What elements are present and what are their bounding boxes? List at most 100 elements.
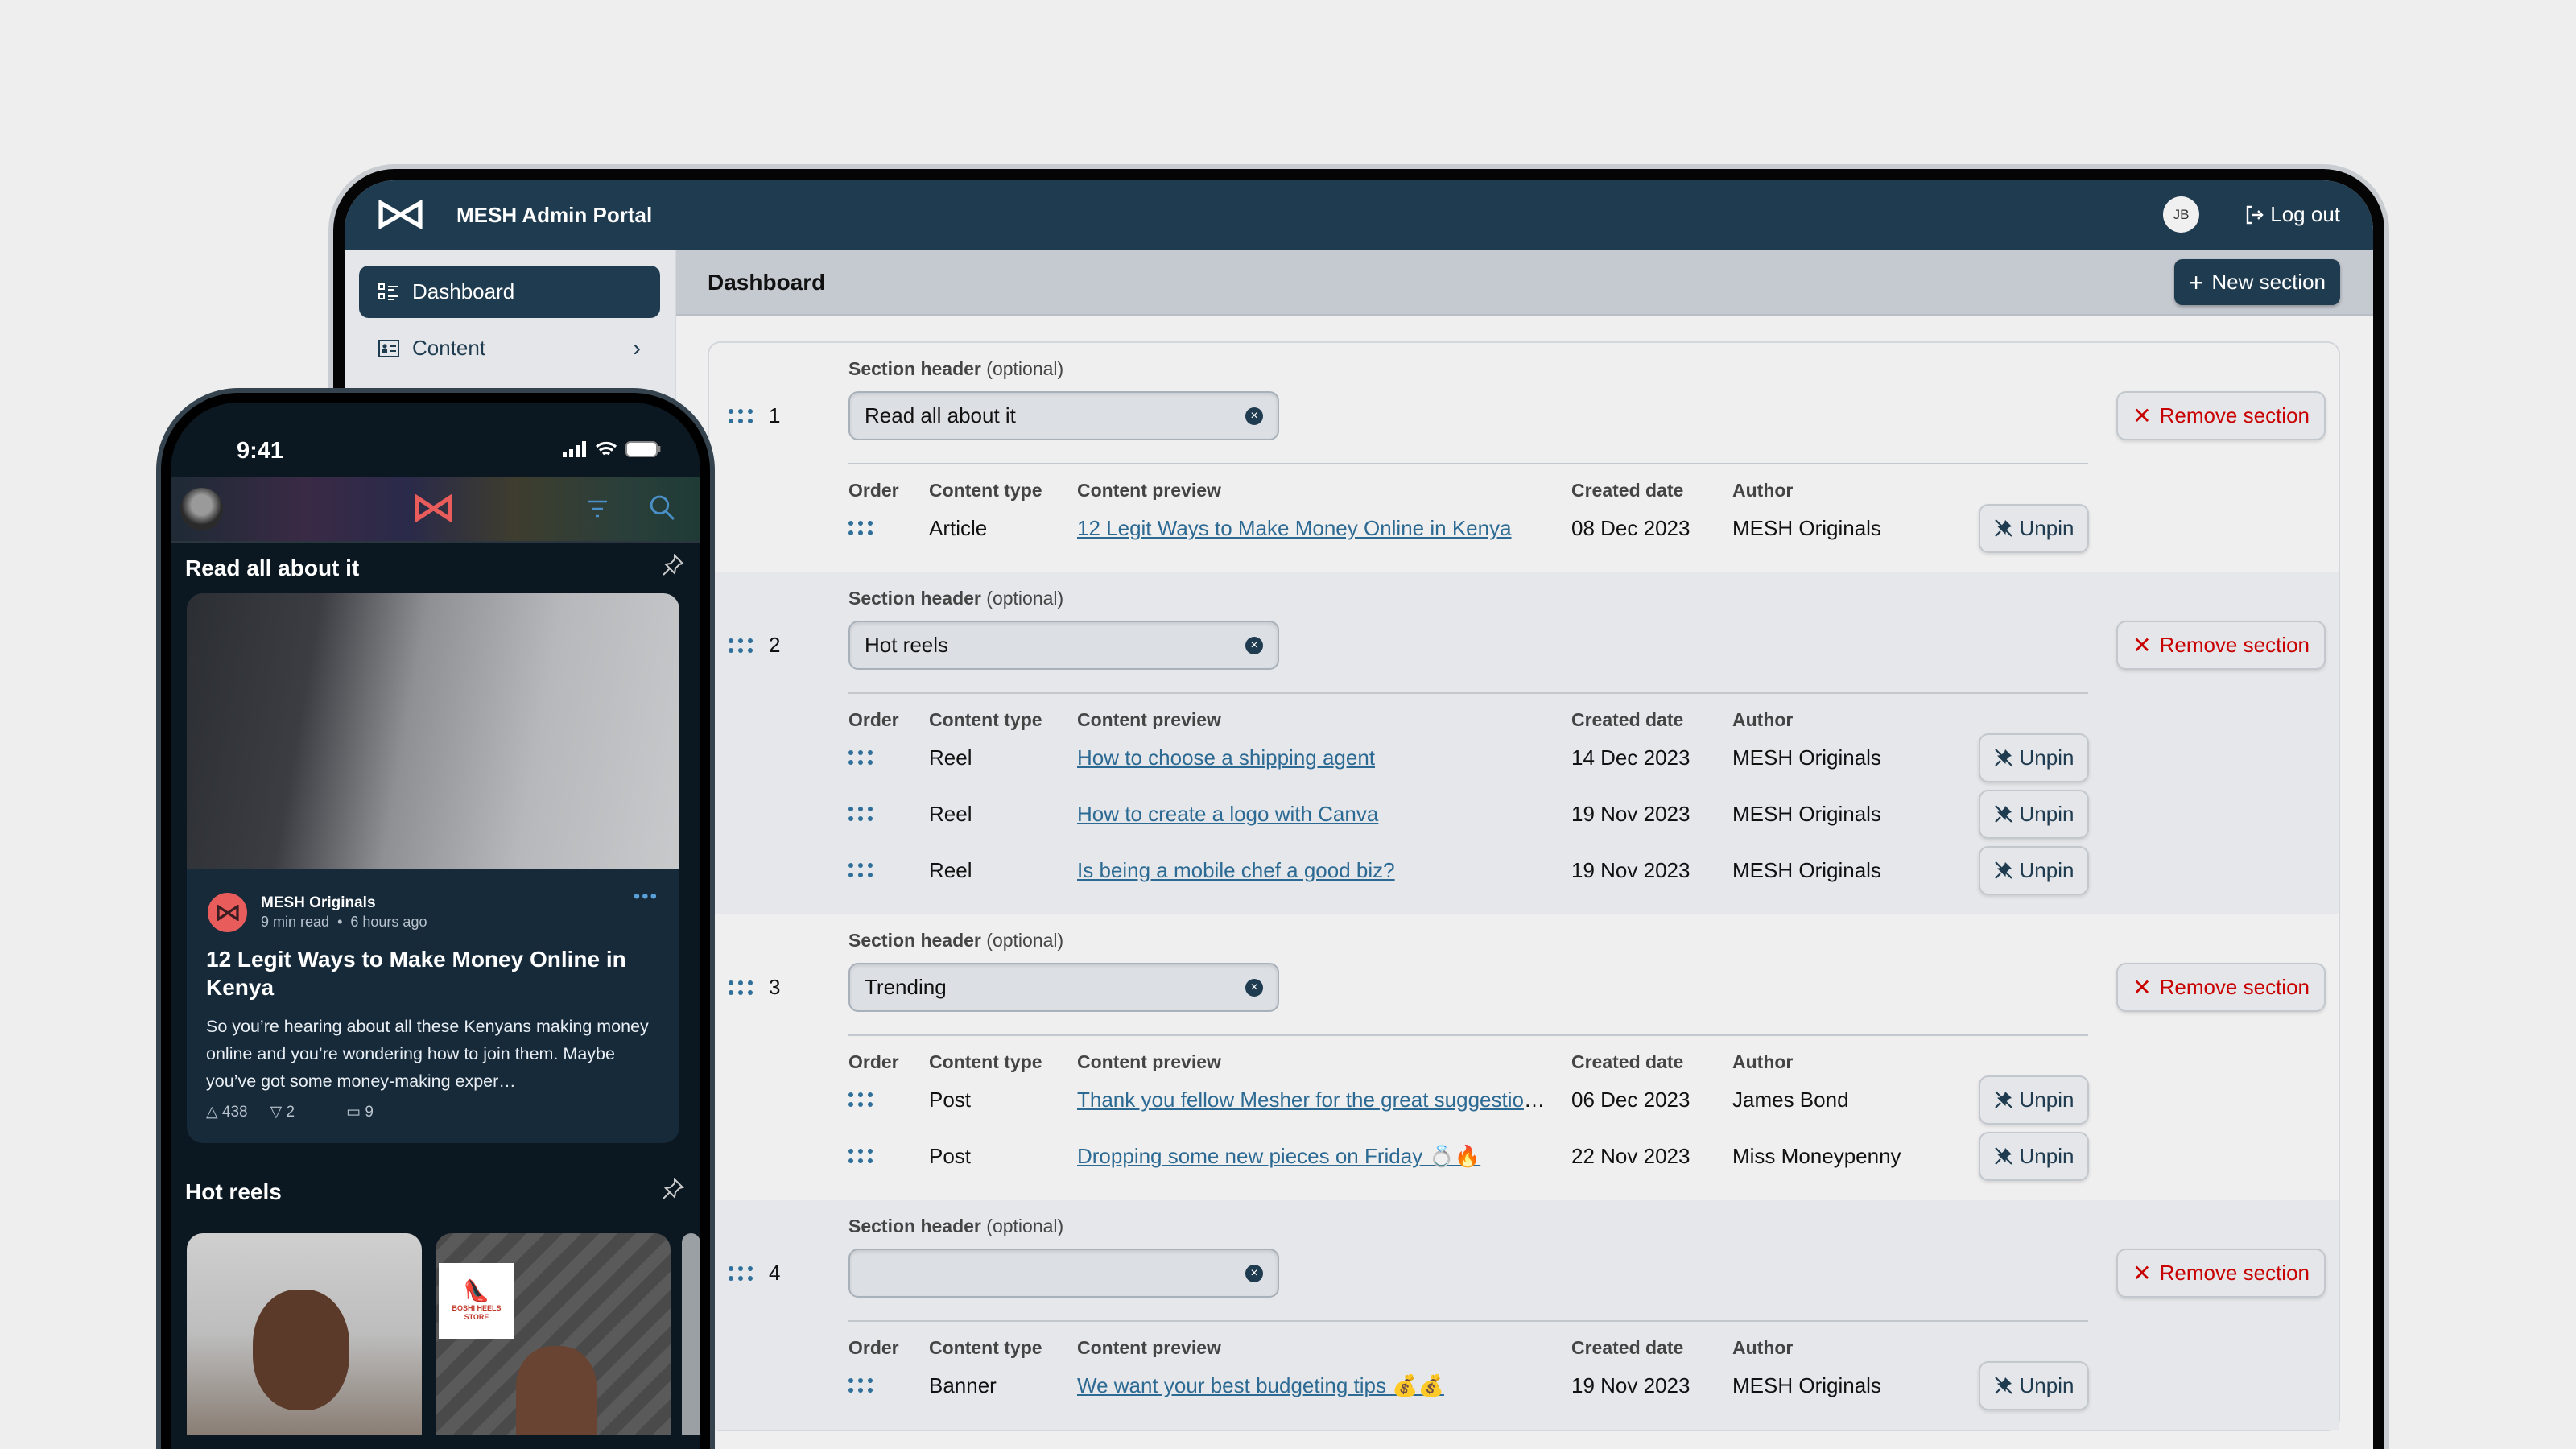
unpin-icon	[1994, 1091, 2013, 1108]
column-header: Author	[1732, 1051, 1794, 1072]
new-section-button[interactable]: + New section	[2174, 259, 2340, 305]
content-card-icon	[378, 339, 399, 357]
drag-handle-icon[interactable]	[729, 1265, 753, 1281]
section-header-input[interactable]: Read all about it ×	[848, 391, 1279, 440]
unpin-button[interactable]: Unpin	[1979, 1131, 2089, 1181]
card-excerpt: So you’re hearing about all these Kenyan…	[206, 1017, 649, 1091]
profile-avatar[interactable]	[180, 488, 223, 530]
unpin-button[interactable]: Unpin	[1979, 789, 2089, 839]
column-header: Content preview	[1077, 710, 1221, 729]
status-icons	[563, 441, 661, 457]
column-header: Created date	[1571, 709, 1684, 730]
upvote-count: 438	[221, 1104, 248, 1121]
remove-label: Remove section	[2159, 975, 2310, 999]
drag-handle-icon[interactable]	[848, 1092, 873, 1107]
unpin-button[interactable]: Unpin	[1979, 1360, 2089, 1410]
sidebar-item-dashboard[interactable]: Dashboard	[359, 266, 660, 318]
section-header-input[interactable]: Trending ×	[848, 963, 1279, 1012]
author: MESH Originals	[1732, 857, 1881, 882]
drag-handle-icon[interactable]	[848, 1378, 873, 1393]
unpin-button[interactable]: Unpin	[1979, 503, 2089, 553]
content-preview-link[interactable]: Dropping some new pieces on Friday 💍🔥	[1077, 1144, 1480, 1168]
section-header-input[interactable]: Hot reels ×	[848, 621, 1279, 670]
reel-thumbnail[interactable]: 👠 BOSHI HEELS STORE	[436, 1233, 671, 1435]
section-drag-handle[interactable]: 2	[729, 621, 780, 670]
label-optional: (optional)	[986, 358, 1064, 379]
clear-input-icon[interactable]: ×	[1245, 637, 1263, 654]
section-header-label: Section header (optional)	[848, 588, 2339, 608]
upvote-button[interactable]: △ 438	[206, 1103, 248, 1121]
section: 4 Section header (optional) × ✕ Remove se…	[709, 1200, 2339, 1430]
drag-handle-icon[interactable]	[729, 980, 753, 995]
content-preview-link[interactable]: We want your best budgeting tips 💰💰	[1077, 1373, 1444, 1397]
unpin-icon	[1994, 861, 2013, 879]
remove-section-button[interactable]: ✕ Remove section	[2116, 391, 2326, 440]
pin-icon[interactable]	[662, 554, 684, 576]
section-number: 2	[769, 633, 781, 657]
section-header-input[interactable]: ×	[848, 1249, 1279, 1298]
section-drag-handle[interactable]: 4	[729, 1249, 780, 1298]
clear-input-icon[interactable]: ×	[1245, 407, 1263, 425]
content-preview-link[interactable]: Thank you fellow Mesher for the great su…	[1077, 1088, 1546, 1112]
unpin-label: Unpin	[2019, 515, 2074, 540]
remove-section-button[interactable]: ✕ Remove section	[2116, 963, 2326, 1012]
section-header-label: Section header (optional)	[848, 931, 2339, 950]
unpin-button[interactable]: Unpin	[1979, 845, 2089, 895]
table-row: Reel How to create a logo with Canva 19 …	[848, 786, 2339, 842]
section-drag-handle[interactable]: 1	[729, 391, 780, 440]
article-card[interactable]: MESH Originals 9 min read • 6 hours ago …	[187, 593, 679, 1143]
reel-thumbnail[interactable]	[187, 1233, 422, 1435]
more-options-icon[interactable]: •••	[634, 886, 658, 908]
reel-thumbnail[interactable]	[682, 1233, 700, 1435]
clear-input-icon[interactable]: ×	[1245, 1265, 1263, 1282]
filter-icon[interactable]	[586, 500, 609, 518]
comments-button[interactable]: ▭ 9	[346, 1103, 374, 1121]
user-avatar[interactable]: JB	[2163, 196, 2199, 233]
content-preview-link[interactable]: 12 Legit Ways to Make Money Online in Ke…	[1077, 516, 1512, 540]
column-header: Created date	[1571, 1051, 1684, 1072]
drag-handle-icon[interactable]	[848, 863, 873, 877]
content-preview-link[interactable]: How to choose a shipping agent	[1077, 745, 1375, 770]
content-type: Post	[929, 1143, 972, 1168]
section-drag-handle[interactable]: 3	[729, 963, 780, 1012]
clear-input-icon[interactable]: ×	[1245, 979, 1263, 997]
chevron-right-icon: ›	[633, 334, 641, 361]
drag-handle-icon[interactable]	[848, 1149, 873, 1163]
drag-handle-icon[interactable]	[729, 638, 753, 653]
drag-handle-icon[interactable]	[848, 807, 873, 821]
section-title: Hot reels	[185, 1179, 282, 1204]
created-date: 22 Nov 2023	[1571, 1143, 1690, 1168]
remove-section-button[interactable]: ✕ Remove section	[2116, 621, 2326, 670]
downvote-button[interactable]: ▽ 2	[270, 1103, 295, 1121]
table-header: Order Content type Content preview Created …	[848, 481, 2339, 500]
content-preview-link[interactable]: How to create a logo with Canva	[1077, 802, 1378, 826]
remove-label: Remove section	[2159, 633, 2310, 657]
search-icon[interactable]	[649, 494, 675, 521]
table-row: Post Thank you fellow Mesher for the gre…	[848, 1071, 2339, 1128]
column-header: Author	[1732, 480, 1794, 501]
unpin-button[interactable]: Unpin	[1979, 733, 2089, 782]
content-type: Reel	[929, 801, 972, 826]
pin-icon[interactable]	[662, 1178, 684, 1200]
sidebar-item-content[interactable]: Content ›	[359, 322, 660, 374]
drag-handle-icon[interactable]	[729, 408, 753, 423]
remove-section-button[interactable]: ✕ Remove section	[2116, 1249, 2326, 1298]
posted-time: 6 hours ago	[350, 914, 427, 930]
unpin-button[interactable]: Unpin	[1979, 1075, 2089, 1125]
label-text: Section header	[848, 588, 981, 609]
author: MESH Originals	[1732, 801, 1881, 826]
content-preview-link[interactable]: Is being a mobile chef a good biz?	[1077, 858, 1395, 882]
drag-handle-icon[interactable]	[848, 750, 873, 765]
mesh-logo-icon	[415, 494, 452, 522]
unpin-icon	[1994, 805, 2013, 823]
column-header: Content preview	[1077, 1338, 1221, 1357]
divider	[848, 692, 2088, 694]
author-logo	[208, 893, 247, 932]
logout-button[interactable]: Log out	[2244, 202, 2340, 227]
section: 1 Section header (optional) Read all abo…	[709, 343, 2339, 572]
heels-icon: 👠	[463, 1278, 490, 1302]
section: 3 Section header (optional) Trending × ✕ R…	[709, 914, 2339, 1200]
logout-label: Log out	[2270, 202, 2340, 226]
drag-handle-icon[interactable]	[848, 521, 873, 535]
close-icon: ✕	[2132, 1261, 2152, 1286]
